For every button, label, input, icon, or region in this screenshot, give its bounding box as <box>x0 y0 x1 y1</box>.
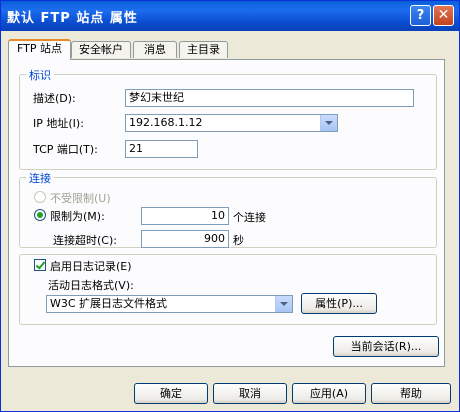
seconds-unit: 秒 <box>233 234 244 247</box>
connection-group-title: 连接 <box>26 170 54 186</box>
tcp-port-label: TCP 端口(T): <box>33 143 98 156</box>
connection-group: 连接 不受限制(U) 限制为(M): 10 个连接 连接超时(C): 900 秒 <box>19 170 437 248</box>
connections-unit: 个连接 <box>233 211 266 224</box>
current-sessions-button[interactable]: 当前会话(R)... <box>333 336 439 357</box>
properties-dialog: 默认 FTP 站点 属性 ? ✕ FTP 站点 安全帐户 消息 主目录 标识 描… <box>0 0 460 412</box>
log-format-select[interactable]: W3C 扩展日志文件格式 <box>46 295 293 313</box>
timeout-input[interactable]: 900 <box>141 230 229 248</box>
ip-address-label: IP 地址(I): <box>33 117 84 130</box>
tab-ftp-site[interactable]: FTP 站点 <box>8 39 71 60</box>
ok-button[interactable]: 确定 <box>134 383 208 404</box>
limited-radio[interactable] <box>34 209 46 221</box>
chevron-down-icon[interactable] <box>320 115 337 131</box>
tab-panel: 标识 描述(D): 梦幻末世纪 IP 地址(I): 192.168.1.12 T… <box>8 59 445 367</box>
tab-home-directory[interactable]: 主目录 <box>179 41 228 58</box>
tcp-port-input[interactable]: 21 <box>125 140 198 158</box>
title-bar[interactable]: 默认 FTP 站点 属性 ? ✕ <box>1 1 459 31</box>
window-title: 默认 FTP 站点 属性 <box>7 11 138 26</box>
tab-messages[interactable]: 消息 <box>133 41 177 58</box>
chevron-down-icon[interactable] <box>275 296 292 312</box>
identity-group-title: 标识 <box>26 67 54 83</box>
identity-group: 标识 描述(D): 梦幻末世纪 IP 地址(I): 192.168.1.12 T… <box>19 67 437 170</box>
log-format-value: W3C 扩展日志文件格式 <box>50 297 168 310</box>
log-properties-button[interactable]: 属性(P)... <box>301 293 377 314</box>
unlimited-label: 不受限制(U) <box>50 192 111 205</box>
enable-logging-checkbox[interactable] <box>34 259 46 271</box>
description-label: 描述(D): <box>33 92 76 105</box>
max-connections-input[interactable]: 10 <box>141 207 229 225</box>
help-button[interactable]: 帮助 <box>371 383 451 404</box>
cancel-button[interactable]: 取消 <box>213 383 287 404</box>
help-title-button[interactable]: ? <box>410 5 431 26</box>
tab-security-accounts[interactable]: 安全帐户 <box>71 41 131 58</box>
timeout-label: 连接超时(C): <box>53 234 117 247</box>
enable-logging-label: 启用日志记录(E) <box>50 260 132 273</box>
limited-label: 限制为(M): <box>50 210 105 223</box>
apply-button[interactable]: 应用(A) <box>292 383 366 404</box>
ip-address-value: 192.168.1.12 <box>129 116 203 129</box>
log-format-label: 活动日志格式(V): <box>48 279 134 292</box>
unlimited-radio[interactable] <box>34 191 46 203</box>
ip-address-select[interactable]: 192.168.1.12 <box>125 114 338 132</box>
close-button[interactable]: ✕ <box>433 5 454 26</box>
description-input[interactable]: 梦幻末世纪 <box>125 89 414 107</box>
logging-group: 启用日志记录(E) 活动日志格式(V): W3C 扩展日志文件格式 属性(P).… <box>19 254 437 325</box>
